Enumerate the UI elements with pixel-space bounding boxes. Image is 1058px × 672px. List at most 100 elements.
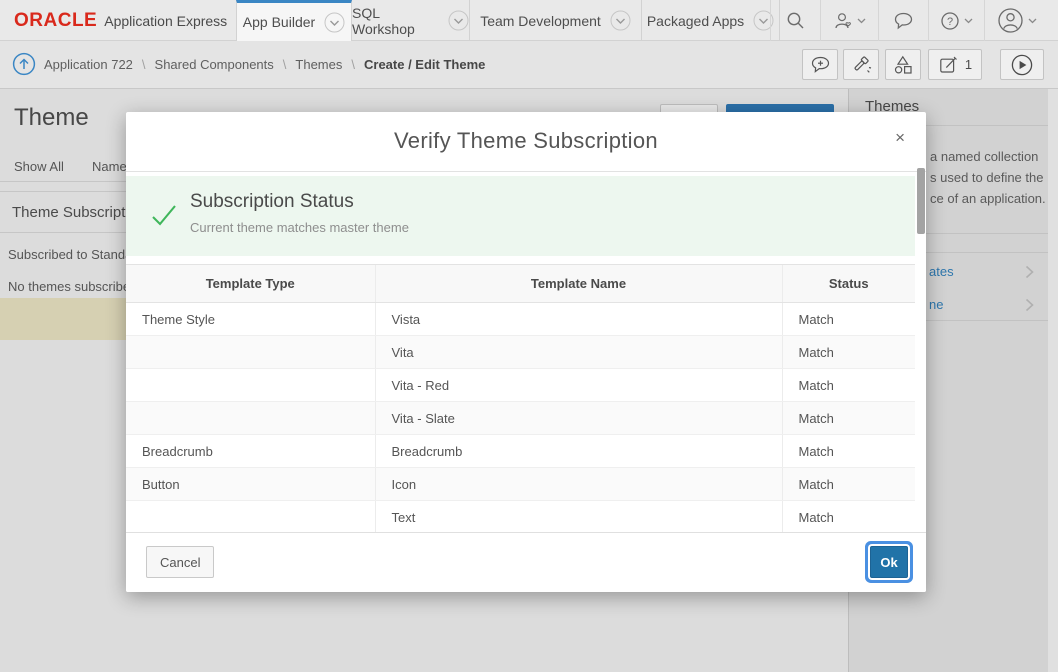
chevron-down-icon[interactable] — [324, 12, 345, 33]
filter-show-all[interactable]: Show All — [14, 159, 64, 174]
description-line: a named collection — [930, 146, 1046, 167]
verify-theme-subscription-dialog: Verify Theme Subscription × Subscription… — [126, 112, 926, 592]
cell-template-type: Theme Style — [126, 303, 375, 336]
breadcrumb-separator: \ — [351, 57, 355, 72]
tab-sql-workshop[interactable]: SQL Workshop — [352, 0, 470, 41]
chevron-right-icon — [1025, 265, 1034, 279]
search-icon — [786, 11, 805, 30]
cell-template-type — [126, 402, 375, 435]
cell-template-name: Vita - Red — [375, 369, 782, 402]
table-row: Text Match — [126, 501, 915, 534]
edit-page-number: 1 — [965, 57, 972, 72]
chevron-right-icon — [1025, 298, 1034, 312]
column-template-name: Template Name — [375, 265, 782, 303]
page-title: Theme — [14, 104, 89, 132]
oracle-logo: ORACLE — [14, 10, 97, 32]
table-row: Vita - Slate Match — [126, 402, 915, 435]
breadcrumb-separator: \ — [142, 57, 146, 72]
page-scrollbar[interactable] — [1048, 89, 1058, 672]
chevron-down-icon[interactable] — [448, 10, 469, 31]
ok-button[interactable]: Ok — [870, 546, 908, 578]
cell-template-name: Text — [375, 501, 782, 534]
breadcrumb-themes[interactable]: Themes — [295, 57, 342, 72]
shapes-icon — [892, 54, 914, 76]
subscription-text: Subscribed to Standa — [8, 247, 132, 262]
tab-label: Team Development — [480, 13, 601, 29]
cell-status: Match — [782, 501, 915, 534]
user-menu-button[interactable] — [984, 0, 1048, 41]
breadcrumb-bar: Application 722 \ Shared Components \ Th… — [0, 41, 1058, 89]
admin-user-icon — [833, 11, 853, 31]
table-row: Breadcrumb Breadcrumb Match — [126, 435, 915, 468]
cell-template-name: Breadcrumb — [375, 435, 782, 468]
utilities-button[interactable] — [843, 49, 879, 80]
breadcrumb-separator: \ — [283, 57, 287, 72]
comment-plus-icon — [810, 55, 831, 74]
tab-label: SQL Workshop — [352, 5, 439, 37]
cell-template-name: Vita — [375, 336, 782, 369]
check-icon — [148, 200, 180, 232]
cell-status: Match — [782, 435, 915, 468]
tab-app-builder[interactable]: App Builder — [236, 0, 352, 41]
breadcrumb-current: Create / Edit Theme — [364, 57, 485, 72]
tab-label: App Builder — [243, 14, 315, 30]
administration-button[interactable] — [820, 0, 878, 41]
section-title: Theme Subscriptio — [12, 204, 137, 221]
cell-template-type: Breadcrumb — [126, 435, 375, 468]
dialog-title: Verify Theme Subscription — [126, 112, 926, 170]
edit-page-button[interactable]: 1 — [928, 49, 982, 80]
cell-template-type — [126, 336, 375, 369]
cell-status: Match — [782, 402, 915, 435]
subscription-status-banner: Subscription Status Current theme matche… — [126, 176, 915, 256]
filter-name[interactable]: Name — [92, 159, 127, 174]
product-name: Application Express — [104, 13, 227, 29]
flashlight-icon — [850, 54, 872, 75]
close-icon[interactable]: × — [895, 129, 905, 146]
top-navigation-bar: ORACLE Application Express App Builder S… — [0, 0, 1058, 41]
cell-template-type — [126, 501, 375, 534]
svg-text:?: ? — [947, 16, 953, 28]
user-avatar-icon — [997, 7, 1024, 34]
cell-template-type — [126, 369, 375, 402]
run-icon — [1011, 54, 1033, 76]
column-template-type: Template Type — [126, 265, 375, 303]
cell-status: Match — [782, 468, 915, 501]
description-line: ce of an application. — [930, 188, 1046, 209]
primary-tabs: App Builder SQL Workshop Team Developmen… — [236, 0, 780, 41]
brand: ORACLE Application Express — [14, 0, 227, 41]
comment-button[interactable] — [802, 49, 838, 80]
no-themes-text: No themes subscribe — [8, 279, 130, 294]
sidebar-description: a named collection s used to define the … — [930, 146, 1046, 209]
cell-status: Match — [782, 303, 915, 336]
tab-packaged-apps[interactable]: Packaged Apps — [642, 0, 780, 41]
template-status-table: Template Type Template Name Status Theme… — [126, 264, 915, 534]
link-label: ates — [929, 264, 954, 279]
edit-page-icon — [938, 54, 959, 75]
table-row: Vita Match — [126, 336, 915, 369]
table-row: Vita - Red Match — [126, 369, 915, 402]
feedback-button[interactable] — [878, 0, 928, 41]
cell-template-type: Button — [126, 468, 375, 501]
shared-components-button[interactable] — [885, 49, 921, 80]
utility-icons: ? — [770, 0, 1048, 41]
tab-team-development[interactable]: Team Development — [470, 0, 642, 41]
breadcrumb: Application 722 \ Shared Components \ Th… — [44, 41, 485, 88]
breadcrumb-application[interactable]: Application 722 — [44, 57, 133, 72]
cancel-button[interactable]: Cancel — [146, 546, 214, 578]
cell-template-name: Vita - Slate — [375, 402, 782, 435]
breadcrumb-shared-components[interactable]: Shared Components — [155, 57, 274, 72]
dialog-scrollbar-thumb[interactable] — [917, 168, 925, 234]
chevron-down-icon[interactable] — [610, 10, 631, 31]
up-level-button[interactable] — [12, 52, 36, 76]
tab-label: Packaged Apps — [647, 13, 744, 29]
cell-template-name: Vista — [375, 303, 782, 336]
table-header-row: Template Type Template Name Status — [126, 265, 915, 303]
link-label: ne — [929, 297, 943, 312]
cell-template-name: Icon — [375, 468, 782, 501]
column-status: Status — [782, 265, 915, 303]
chevron-down-icon — [964, 18, 973, 24]
help-button[interactable]: ? — [928, 0, 984, 41]
run-application-button[interactable] — [1000, 49, 1044, 80]
search-button[interactable] — [770, 0, 820, 41]
help-icon: ? — [940, 11, 960, 31]
